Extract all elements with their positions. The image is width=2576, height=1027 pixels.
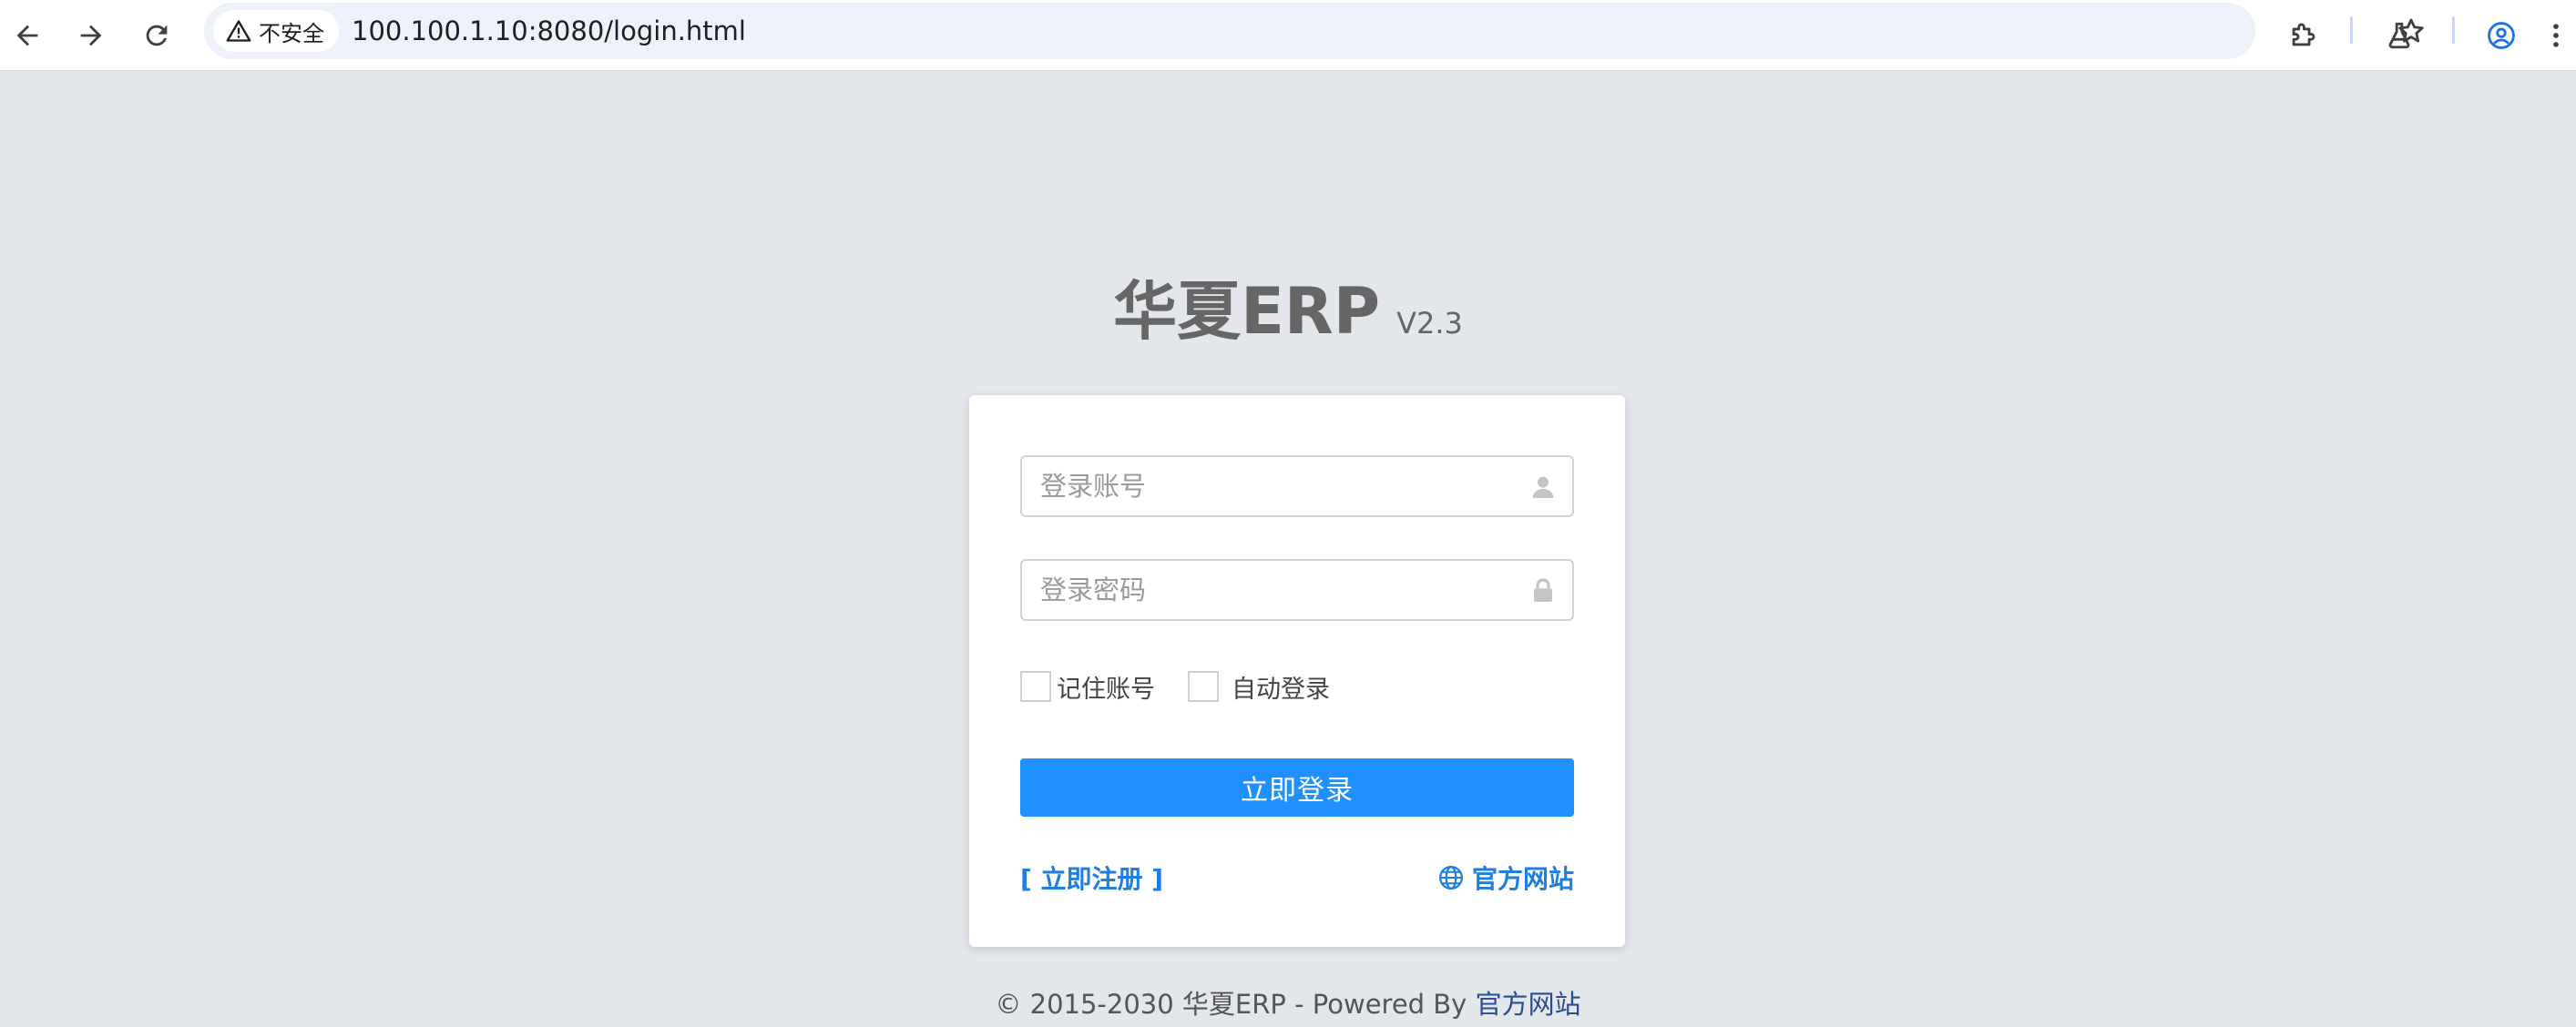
browser-toolbar: 不安全 100.100.1.10:8080/login.html: [0, 0, 2576, 71]
footer-official-site-link[interactable]: 官方网站: [1476, 989, 1581, 1020]
security-indicator[interactable]: 不安全: [213, 10, 339, 52]
arrow-left-icon: [16, 25, 38, 46]
brand-heading: 华夏ERP V2.3: [0, 260, 2576, 352]
kebab-menu-icon: [2553, 24, 2559, 47]
toolbar-divider: [2452, 16, 2455, 44]
copyright-text: © 2015-2030 华夏ERP - Powered By: [995, 989, 1467, 1020]
auto-login-label: 自动登录: [1232, 675, 1330, 704]
login-submit-button[interactable]: 立即登录: [1020, 758, 1574, 817]
puzzle-icon: [2292, 23, 2315, 46]
reload-button[interactable]: [129, 8, 184, 63]
brand-version: V2.3: [1396, 306, 1463, 341]
warning-triangle-icon: [226, 20, 251, 42]
labs-button[interactable]: [2372, 8, 2427, 63]
lock-icon: [1528, 576, 1558, 605]
flask-icon: [2388, 22, 2410, 49]
register-link[interactable]: [ 立即注册 ]: [1020, 859, 1163, 896]
user-icon: [1528, 473, 1558, 502]
remember-account-label: 记住账号: [1057, 675, 1155, 704]
page-footer: © 2015-2030 华夏ERP - Powered By 官方网站: [0, 983, 2576, 1022]
back-button[interactable]: [0, 8, 55, 63]
arrow-right-icon: [80, 25, 102, 46]
profile-button[interactable]: [2474, 8, 2529, 63]
remember-account-checkbox[interactable]: [1020, 671, 1051, 702]
auto-login-checkbox[interactable]: [1188, 671, 1219, 702]
account-input[interactable]: [1022, 457, 1572, 515]
account-circle-icon: [2488, 22, 2515, 49]
login-card: 记住账号 自动登录 立即登录 [ 立即注册 ] 官方网站: [969, 395, 1625, 947]
address-bar[interactable]: 不安全 100.100.1.10:8080/login.html: [204, 3, 2424, 59]
forward-button[interactable]: [64, 8, 118, 63]
official-site-link[interactable]: 官方网站: [1437, 859, 1574, 896]
toolbar-divider: [2350, 16, 2353, 44]
password-field: [1020, 559, 1574, 621]
brand-title: 华夏ERP: [1113, 274, 1381, 349]
security-label: 不安全: [259, 20, 324, 46]
browser-menu-button[interactable]: [2536, 8, 2576, 63]
auto-login-option[interactable]: 自动登录: [1188, 670, 1330, 704]
extensions-button[interactable]: [2275, 8, 2330, 63]
globe-icon: [1438, 866, 1463, 890]
account-field: [1020, 455, 1574, 517]
reload-icon: [146, 25, 168, 46]
url-text[interactable]: 100.100.1.10:8080/login.html: [352, 3, 746, 59]
remember-account-option[interactable]: 记住账号: [1020, 670, 1155, 704]
official-site-label: 官方网站: [1471, 864, 1574, 894]
password-input[interactable]: [1022, 561, 1572, 619]
